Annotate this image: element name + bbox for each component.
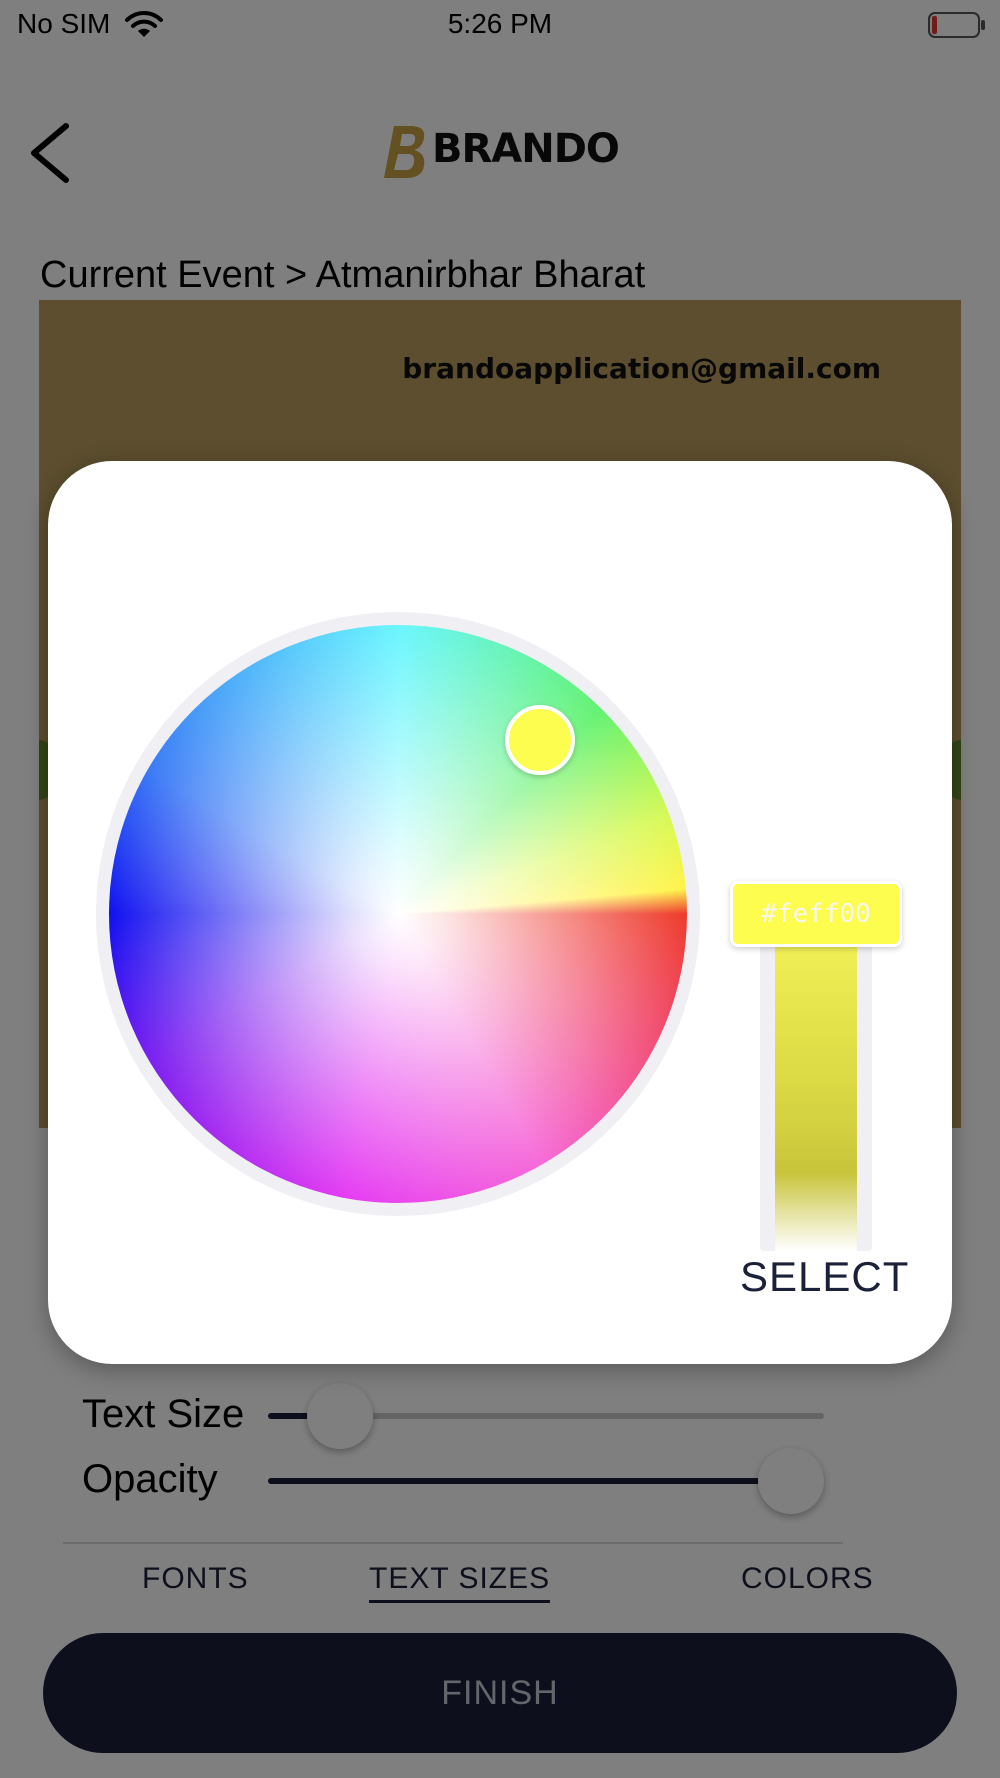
color-picker-modal: #feff00 SELECT <box>48 461 952 1364</box>
hex-value-badge: #feff00 <box>730 881 902 947</box>
color-wheel[interactable] <box>109 625 687 1203</box>
brightness-bar[interactable] <box>775 937 857 1251</box>
color-wheel-handle[interactable] <box>505 705 575 775</box>
select-button[interactable]: SELECT <box>740 1253 909 1301</box>
brightness-slider[interactable] <box>760 937 872 1251</box>
color-wheel-ring <box>96 612 700 1216</box>
